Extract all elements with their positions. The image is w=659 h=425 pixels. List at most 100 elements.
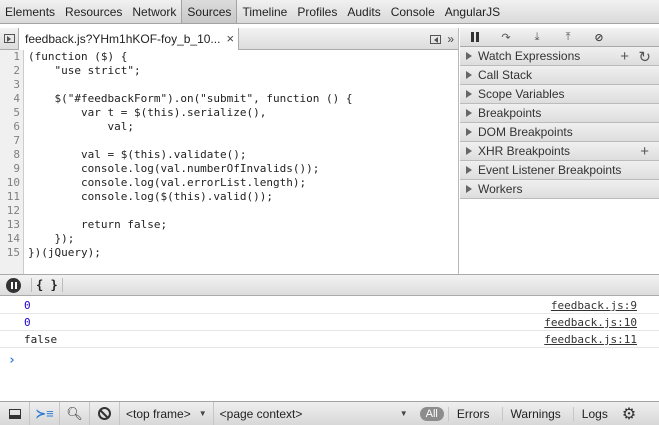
chevron-down-icon: ▼: [399, 409, 408, 418]
tab-elements[interactable]: Elements: [0, 0, 60, 23]
console-message-source-link[interactable]: feedback.js:10: [544, 314, 637, 331]
expand-triangle-icon: [466, 166, 472, 174]
sidebar-pane-label: XHR Breakpoints: [478, 144, 571, 158]
chevron-right-icon[interactable]: »: [447, 32, 454, 46]
show-console-button[interactable]: ≻≡: [30, 401, 60, 425]
gear-icon[interactable]: ⚙: [622, 404, 636, 424]
pause-button[interactable]: [466, 29, 484, 45]
line-number[interactable]: 5: [0, 106, 20, 120]
filter-logs[interactable]: Logs: [572, 406, 616, 421]
sidebar-pane-xhr-breakpoints[interactable]: XHR Breakpoints +: [460, 142, 659, 161]
sidebar-pane-workers[interactable]: Workers: [460, 180, 659, 199]
line-number[interactable]: 9: [0, 162, 20, 176]
console-prompt[interactable]: ›: [8, 353, 16, 368]
frame-select-value: <top frame>: [126, 406, 191, 421]
step-into-icon: ⤓: [534, 30, 540, 43]
close-icon[interactable]: ×: [226, 31, 234, 46]
refresh-icon[interactable]: ↻: [638, 48, 651, 66]
sidebar-pane-label: Workers: [478, 182, 523, 196]
step-into-button[interactable]: ⤓: [528, 29, 546, 45]
context-select-value: <page context>: [219, 406, 303, 421]
code-text: "use strict";: [28, 64, 141, 77]
console-message-source-link[interactable]: feedback.js:11: [544, 331, 637, 348]
pretty-print-button[interactable]: { }: [31, 278, 63, 292]
chevron-down-icon: ▼: [198, 409, 207, 418]
pause-icon: [471, 32, 479, 42]
line-number[interactable]: 14: [0, 232, 20, 246]
line-number[interactable]: 1: [0, 50, 20, 64]
debugger-sidebar: ↷ ⤓ ⤒ ⊘ Watch Expressions + ↻ Call Stack Sco…: [460, 28, 659, 274]
file-tab-label: feedback.js?YHm1hKOF-foy_b_10...: [25, 31, 221, 46]
sidebar-pane-scope-variables[interactable]: Scope Variables: [460, 85, 659, 104]
code-view[interactable]: 1 (function ($) { 2 "use strict"; 3 4 $("#fe…: [0, 50, 458, 274]
line-number[interactable]: 15: [0, 246, 20, 260]
console-output: 0 feedback.js:9 0 feedback.js:10 false feedba…: [0, 297, 659, 401]
code-text: console.log(val.numberOfInvalids());: [28, 162, 320, 175]
search-button[interactable]: 🔍︎: [60, 401, 90, 425]
expand-triangle-icon: [466, 185, 472, 193]
add-icon[interactable]: +: [620, 48, 629, 65]
line-number[interactable]: 7: [0, 134, 20, 148]
line-number[interactable]: 10: [0, 176, 20, 190]
sidebar-pane-label: Call Stack: [478, 68, 533, 82]
tab-angularjs[interactable]: AngularJS: [440, 0, 505, 23]
expand-triangle-icon: [466, 128, 472, 136]
line-number[interactable]: 4: [0, 92, 20, 106]
deactivate-breakpoints-icon: ⊘: [594, 31, 604, 44]
sidebar-pane-dom-breakpoints[interactable]: DOM Breakpoints: [460, 123, 659, 142]
tab-network[interactable]: Network: [127, 0, 181, 23]
line-number[interactable]: 13: [0, 218, 20, 232]
filter-warnings[interactable]: Warnings: [501, 406, 569, 421]
step-out-button[interactable]: ⤒: [559, 29, 577, 45]
expand-triangle-icon: [466, 109, 472, 117]
tab-console[interactable]: Console: [386, 0, 440, 23]
code-text: })(jQuery);: [28, 246, 101, 259]
dock-button[interactable]: [0, 401, 30, 425]
line-number[interactable]: 2: [0, 64, 20, 78]
file-tab-feedback-js[interactable]: feedback.js?YHm1hKOF-foy_b_10... ×: [18, 27, 240, 50]
context-select[interactable]: <page context> ▼: [214, 402, 414, 425]
sidebar-pane-call-stack[interactable]: Call Stack: [460, 66, 659, 85]
code-text: val;: [28, 120, 134, 133]
expand-triangle-icon: [466, 71, 472, 79]
add-icon[interactable]: +: [640, 143, 649, 160]
toggle-debugger-sidebar-icon[interactable]: [430, 34, 442, 44]
code-text: });: [28, 232, 75, 245]
console-message: 0 feedback.js:10: [0, 314, 659, 331]
filter-errors[interactable]: Errors: [447, 406, 498, 421]
source-editor-panel: feedback.js?YHm1hKOF-foy_b_10... × » 1 (f…: [0, 27, 459, 274]
step-over-button[interactable]: ↷: [497, 29, 515, 45]
expand-triangle-icon: [466, 52, 472, 60]
line-number[interactable]: 8: [0, 148, 20, 162]
line-number[interactable]: 11: [0, 190, 20, 204]
filter-all[interactable]: All: [419, 406, 444, 421]
sidebar-pane-breakpoints[interactable]: Breakpoints: [460, 104, 659, 123]
console-message-value: 0: [24, 299, 31, 312]
line-number[interactable]: 12: [0, 204, 20, 218]
tab-profiles[interactable]: Profiles: [292, 0, 342, 23]
pause-on-exceptions-icon[interactable]: [6, 277, 21, 293]
expand-triangle-icon: [466, 147, 472, 155]
sidebar-pane-event-listener-breakpoints[interactable]: Event Listener Breakpoints: [460, 161, 659, 180]
sidebar-pane-watch-expressions[interactable]: Watch Expressions + ↻: [460, 47, 659, 66]
tab-audits[interactable]: Audits: [342, 0, 385, 23]
deactivate-breakpoints-button[interactable]: ⊘: [590, 29, 608, 45]
console-message-source-link[interactable]: feedback.js:9: [551, 297, 637, 314]
tab-timeline[interactable]: Timeline: [237, 0, 292, 23]
code-text: $("#feedbackForm").on("submit", function…: [28, 92, 353, 105]
tab-resources[interactable]: Resources: [60, 0, 127, 23]
dock-icon: [8, 408, 21, 419]
sidebar-pane-label: Watch Expressions: [478, 49, 581, 63]
code-text: return false;: [28, 218, 168, 231]
console-message: 0 feedback.js:9: [0, 297, 659, 314]
step-out-icon: ⤒: [565, 30, 571, 43]
code-text: console.log(val.errorList.length);: [28, 176, 307, 189]
clear-console-button[interactable]: [90, 401, 120, 425]
code-text: (function ($) {: [28, 50, 128, 63]
expand-triangle-icon: [466, 90, 472, 98]
frame-select[interactable]: <top frame> ▼: [120, 401, 214, 425]
line-number[interactable]: 3: [0, 78, 20, 92]
line-number[interactable]: 6: [0, 120, 20, 134]
tab-sources[interactable]: Sources: [181, 0, 238, 23]
toggle-navigator-button[interactable]: [0, 28, 18, 50]
